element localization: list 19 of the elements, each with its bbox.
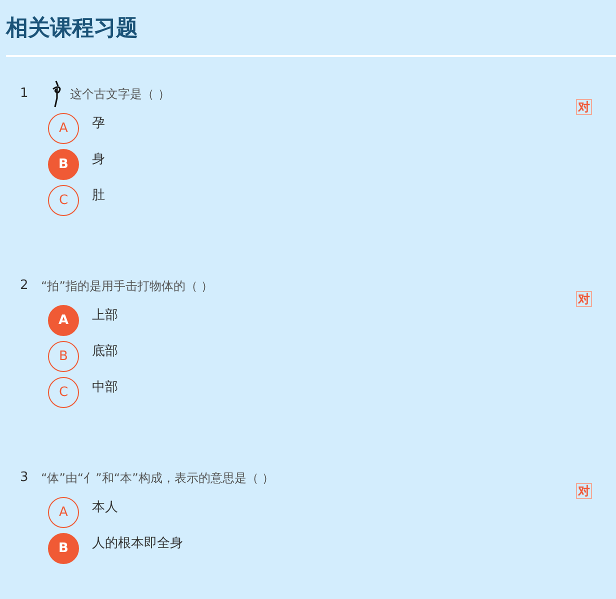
section-title: 相关课程习题 (6, 15, 139, 43)
option-text: 本人 (92, 499, 118, 517)
option-text: 身 (92, 151, 105, 169)
option-text: 上部 (92, 307, 118, 325)
question-number: 2 (20, 277, 30, 296)
ancient-character-icon (50, 80, 64, 108)
question-number: 3 (20, 469, 30, 488)
question-number: 1 (20, 85, 30, 104)
option-text: 孕 (92, 115, 105, 133)
option-text: 肚 (92, 187, 105, 205)
option-text: 人的根本即全身 (92, 535, 183, 553)
option-text: 底部 (92, 343, 118, 361)
question-text: “拍”指的是用手击打物体的（ ） (41, 278, 214, 295)
correct-mark: 对 (576, 99, 592, 115)
question-text: “体”由“亻”和“本”构成，表示的意思是（ ） (41, 470, 274, 487)
correct-mark: 对 (576, 483, 592, 499)
question-text: 这个古文字是（ ） (70, 86, 170, 103)
option-text: 中部 (92, 379, 118, 397)
correct-mark: 对 (576, 291, 592, 307)
